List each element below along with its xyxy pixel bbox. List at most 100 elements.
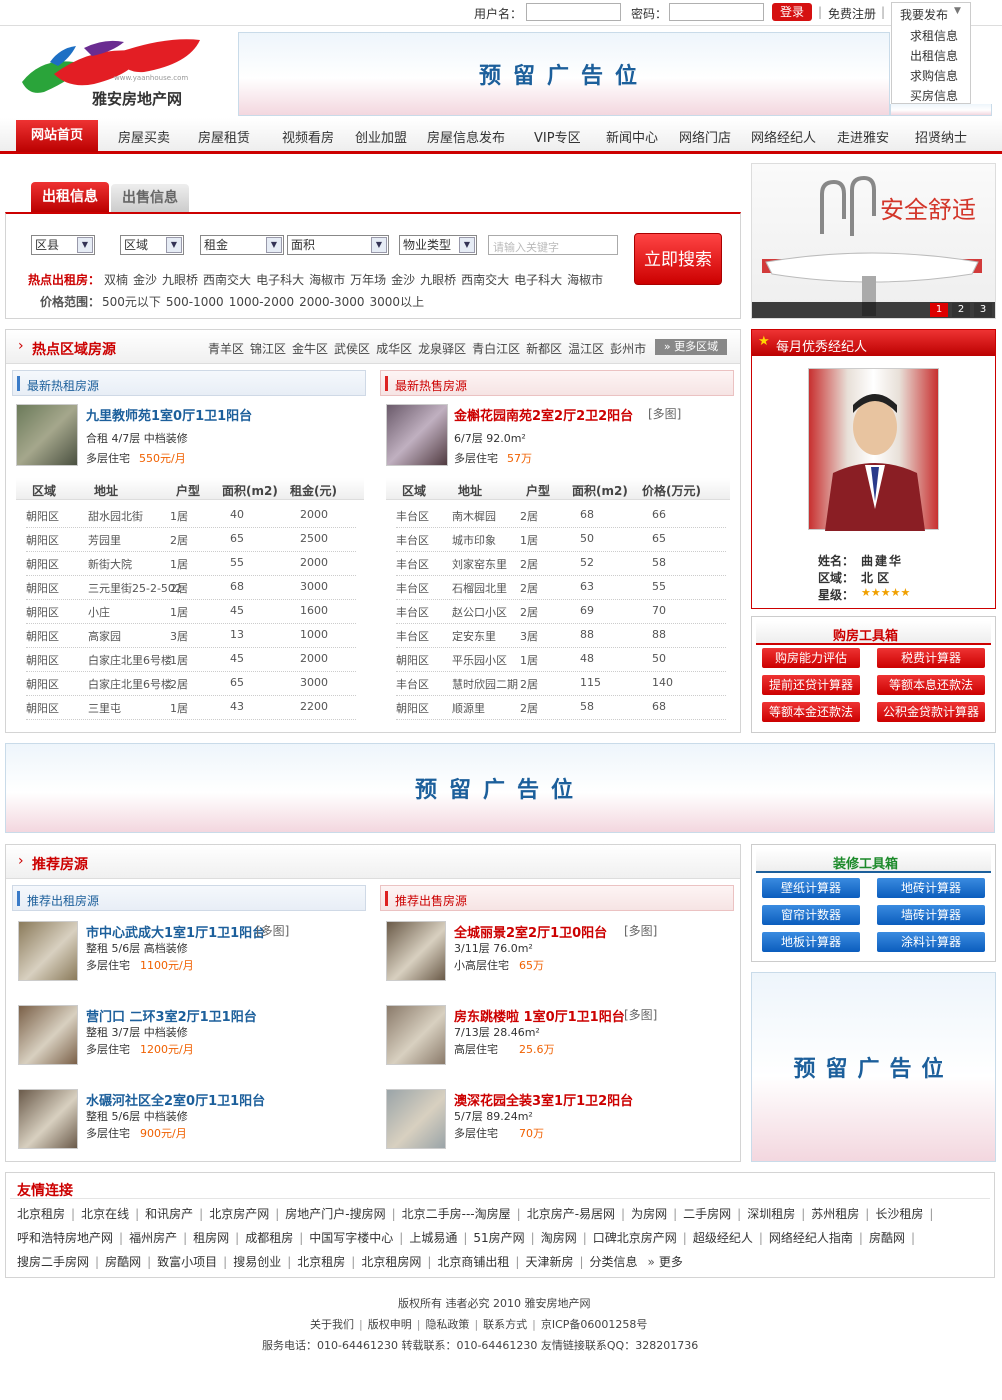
nav-vip[interactable]: VIP专区	[534, 127, 581, 146]
friend-links-more[interactable]: 更多	[659, 1255, 683, 1269]
hot-rent-featured-title[interactable]: 九里教师苑1室0厅1卫1阳台	[86, 405, 252, 424]
nav-buy-sell[interactable]: 房屋买卖	[118, 127, 170, 146]
middle-ad-banner[interactable]: 预留广告位	[5, 743, 995, 833]
sale-table-cell[interactable]: 丰台区	[396, 604, 429, 620]
sale-table-cell[interactable]: 石榴园北里	[452, 580, 507, 596]
tool-floor-tile-calc[interactable]: 地砖计算器	[877, 878, 985, 898]
friend-link[interactable]: 分类信息	[590, 1255, 638, 1269]
friend-link[interactable]: 超级经纪人	[693, 1231, 753, 1245]
side-ad-banner[interactable]: 预留广告位	[751, 972, 996, 1162]
search-button[interactable]: 立即搜索	[634, 233, 722, 285]
tool-equal-principal[interactable]: 等额本金还款法	[762, 702, 860, 722]
hot-rent-link[interactable]: 金沙	[391, 273, 415, 287]
friend-link[interactable]: 口碑北京房产网	[593, 1231, 677, 1245]
friend-link[interactable]: 北京房产网	[209, 1207, 269, 1221]
recommend-listing-title[interactable]: 全城丽景2室2厅1卫0阳台	[454, 922, 607, 941]
site-logo[interactable]: www.yaanhouse.com 雅安房地产网	[14, 34, 214, 110]
friend-link[interactable]: 上城易通	[409, 1231, 457, 1245]
rent-table-cell[interactable]: 朝阳区	[26, 556, 59, 572]
price-range-link[interactable]: 3000以上	[370, 295, 425, 309]
friend-link[interactable]: 成都租房	[245, 1231, 293, 1245]
username-input[interactable]	[526, 3, 621, 21]
tool-flooring-calc[interactable]: 地板计算器	[762, 932, 860, 952]
friend-link[interactable]: 淘房网	[541, 1231, 577, 1245]
listing-photo[interactable]	[18, 1089, 78, 1149]
rent-table-cell[interactable]: 朝阳区	[26, 580, 59, 596]
friend-link[interactable]: 长沙租房	[875, 1207, 923, 1221]
rent-table-cell[interactable]: 朝阳区	[26, 628, 59, 644]
recommend-listing-title[interactable]: 营门口 二环3室2厅1卫1阳台	[86, 1006, 257, 1025]
friend-link[interactable]: 北京租房	[297, 1255, 345, 1269]
rent-table-cell[interactable]: 朝阳区	[26, 700, 59, 716]
hot-sale-featured-title[interactable]: 金槲花园南苑2室2厅2卫2阳台	[454, 405, 633, 424]
nav-news[interactable]: 新闻中心	[606, 127, 658, 146]
sale-table-cell[interactable]: 南木樨园	[452, 508, 496, 524]
listing-photo[interactable]	[18, 921, 78, 981]
listing-photo[interactable]	[18, 1005, 78, 1065]
nav-rent[interactable]: 房屋租赁	[198, 127, 250, 146]
top-ad-banner[interactable]: 预留广告位	[238, 32, 890, 116]
friend-link[interactable]: 深圳租房	[747, 1207, 795, 1221]
friend-link[interactable]: 房酷网	[105, 1255, 141, 1269]
footer-link[interactable]: 版权申明	[368, 1318, 412, 1331]
rent-table-cell[interactable]: 白家庄北里6号楼	[88, 676, 172, 692]
tab-sale[interactable]: 出售信息	[111, 184, 189, 212]
friend-link[interactable]: 搜易创业	[233, 1255, 281, 1269]
sale-table-cell[interactable]: 赵公口小区	[452, 604, 507, 620]
promo-banner[interactable]: 安全舒适 1 2 3	[751, 163, 996, 319]
friend-link[interactable]: 北京在线	[81, 1207, 129, 1221]
banner-page-1[interactable]: 1	[930, 303, 948, 317]
login-button[interactable]: 登录	[772, 3, 812, 21]
area-link[interactable]: 武侯区	[334, 342, 370, 356]
tool-affordability[interactable]: 购房能力评估	[762, 648, 860, 668]
sale-table-cell[interactable]: 顺源里	[452, 700, 485, 716]
hot-rent-link[interactable]: 九眼桥	[420, 273, 456, 287]
hot-rent-link[interactable]: 万年场	[350, 273, 386, 287]
publish-item-buy[interactable]: 买房信息	[910, 87, 958, 104]
sale-table-cell[interactable]: 朝阳区	[396, 700, 429, 716]
sale-table-cell[interactable]: 丰台区	[396, 508, 429, 524]
footer-link[interactable]: 关于我们	[310, 1318, 354, 1331]
friend-link[interactable]: 福州房产	[129, 1231, 177, 1245]
size-select[interactable]: 面积 ▼	[287, 235, 389, 255]
area-link[interactable]: 温江区	[568, 342, 604, 356]
listing-photo[interactable]	[386, 921, 446, 981]
tool-tax-calc[interactable]: 税费计算器	[877, 648, 985, 668]
area-link[interactable]: 新都区	[526, 342, 562, 356]
nav-video[interactable]: 视频看房	[282, 127, 334, 146]
tool-curtain-calc[interactable]: 窗帘计数器	[762, 905, 860, 925]
price-range-link[interactable]: 500-1000	[166, 295, 224, 309]
recommend-listing-title[interactable]: 市中心武成大1室1厅1卫1阳台	[86, 922, 265, 941]
friend-link[interactable]: 房酷网	[869, 1231, 905, 1245]
tool-paint-calc[interactable]: 涂料计算器	[877, 932, 985, 952]
property-type-select[interactable]: 物业类型 ▼	[399, 235, 477, 255]
sale-table-cell[interactable]: 刘家窑东里	[452, 556, 507, 572]
rent-table-cell[interactable]: 高家园	[88, 628, 121, 644]
banner-page-3[interactable]: 3	[974, 303, 992, 317]
nav-jobs[interactable]: 招贤纳士	[915, 127, 967, 146]
rent-table-cell[interactable]: 朝阳区	[26, 604, 59, 620]
price-range-link[interactable]: 1000-2000	[229, 295, 294, 309]
recommend-listing-title[interactable]: 水碾河社区全2室0厅1卫1阳台	[86, 1090, 265, 1109]
rent-table-cell[interactable]: 甜水园北街	[88, 508, 143, 524]
tool-fund-loan-calc[interactable]: 公积金贷款计算器	[877, 702, 985, 722]
nav-home[interactable]: 网站首页	[16, 120, 98, 152]
sale-table-cell[interactable]: 丰台区	[396, 676, 429, 692]
footer-link[interactable]: 联系方式	[483, 1318, 527, 1331]
rent-table-cell[interactable]: 朝阳区	[26, 508, 59, 524]
sale-table-cell[interactable]: 丰台区	[396, 580, 429, 596]
listing-photo[interactable]	[16, 404, 78, 466]
area-link[interactable]: 成华区	[376, 342, 412, 356]
listing-photo[interactable]	[386, 404, 448, 466]
area-link[interactable]: 彭州市	[610, 342, 646, 356]
hot-rent-link[interactable]: 电子科大	[256, 273, 304, 287]
rent-table-cell[interactable]: 三里屯	[88, 700, 121, 716]
friend-link[interactable]: 北京租房网	[361, 1255, 421, 1269]
agent-photo[interactable]	[808, 368, 939, 531]
friend-link[interactable]: 网络经纪人指南	[769, 1231, 853, 1245]
sale-table-cell[interactable]: 慧时欣园二期	[452, 676, 518, 692]
friend-link[interactable]: 致富小项目	[157, 1255, 217, 1269]
price-range-link[interactable]: 2000-3000	[299, 295, 364, 309]
sale-table-cell[interactable]: 丰台区	[396, 532, 429, 548]
banner-page-2[interactable]: 2	[952, 303, 970, 317]
